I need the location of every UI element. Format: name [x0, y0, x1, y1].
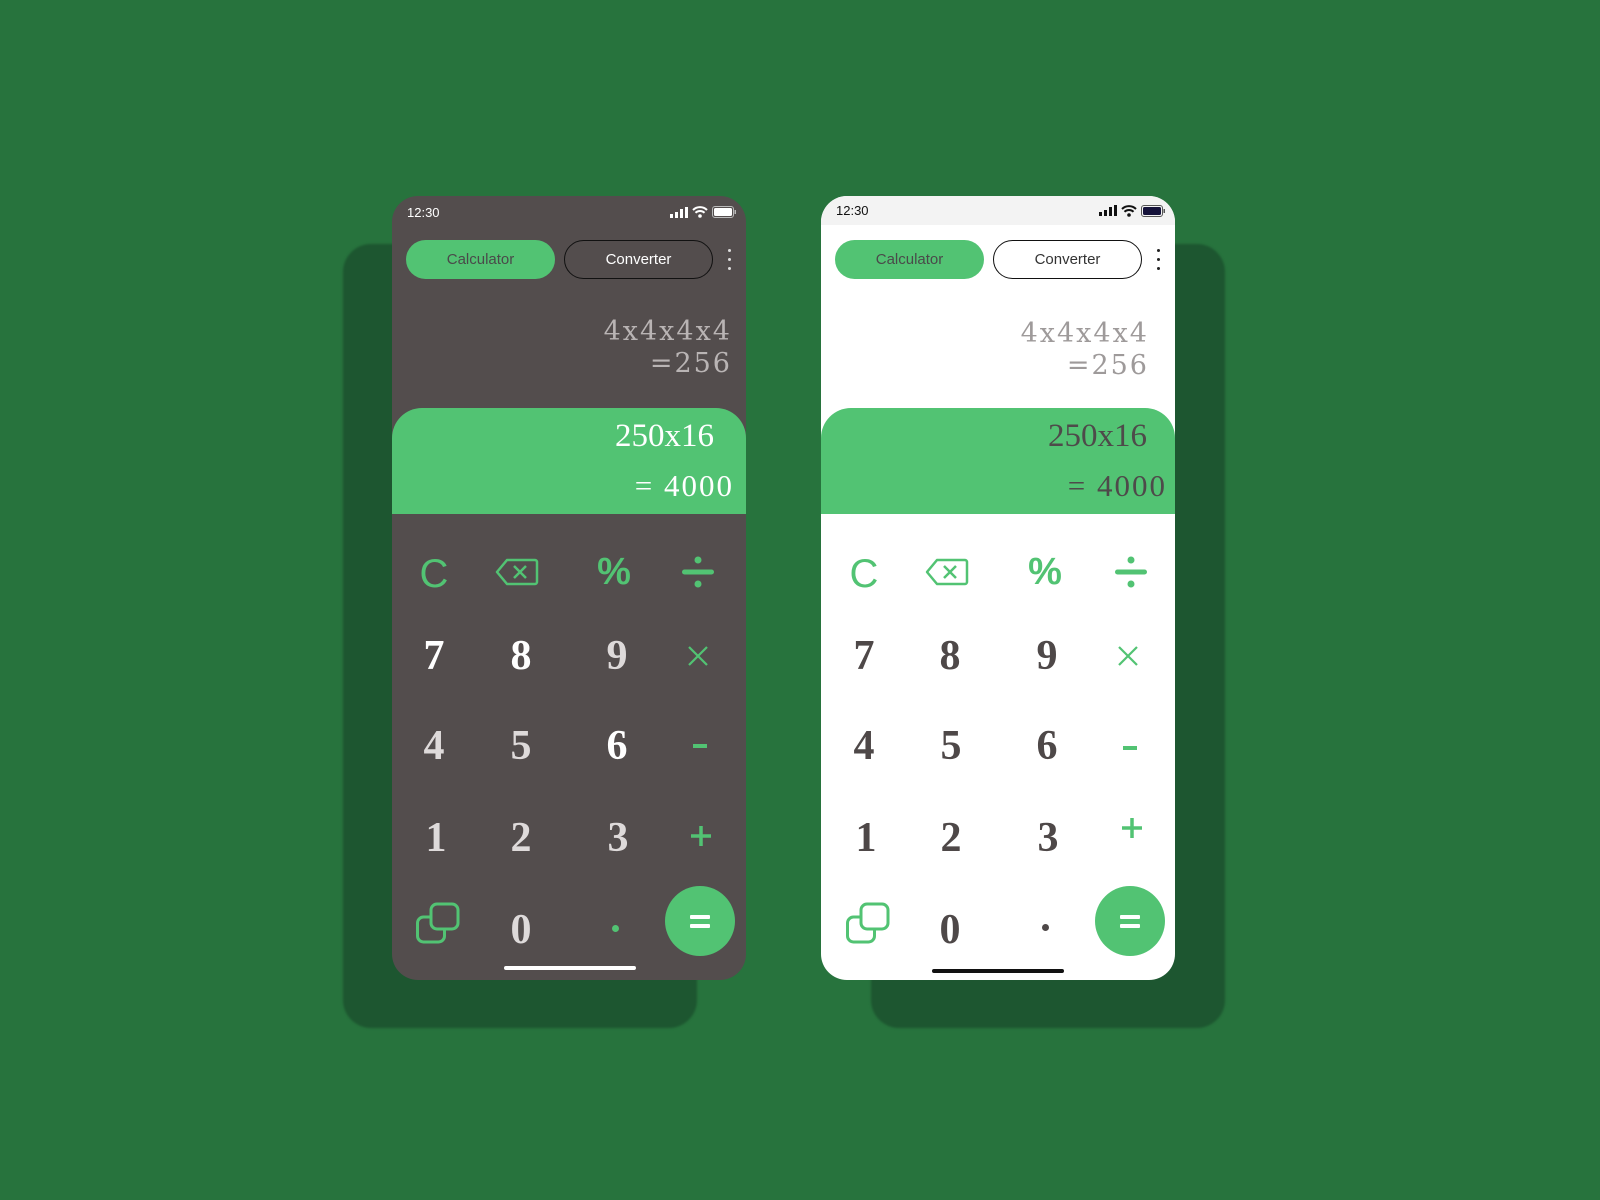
equals-button[interactable] [665, 886, 735, 956]
tab-converter[interactable]: Converter [564, 240, 713, 279]
backspace-icon [495, 558, 539, 586]
digit-0-button[interactable]: 0 [491, 900, 551, 960]
digit-2-button[interactable]: 2 [921, 808, 981, 868]
calculator-phone-light: 12:30 Calculator Converter 4x4x4x4 =256 … [821, 196, 1175, 980]
decimal-button[interactable] [585, 898, 645, 958]
history-panel: 4x4x4x4 =256 [604, 316, 732, 380]
minus-button[interactable] [670, 716, 730, 776]
more-options-icon[interactable] [1151, 246, 1165, 274]
signal-icon [1099, 205, 1117, 216]
home-indicator [932, 969, 1064, 973]
divide-button[interactable] [1101, 542, 1161, 602]
history-expression: 4x4x4x4 [1020, 318, 1149, 349]
battery-icon [1141, 204, 1165, 217]
percent-button[interactable]: % [584, 542, 644, 602]
decimal-button[interactable] [1015, 897, 1075, 957]
digit-9-button[interactable]: 9 [1017, 626, 1077, 686]
digit-6-button[interactable]: 6 [587, 716, 647, 776]
multiply-icon [1118, 646, 1138, 666]
more-options-icon[interactable] [722, 246, 736, 274]
layers-icon [846, 902, 890, 944]
history-panel: 4x4x4x4 =256 [1021, 318, 1149, 382]
equals-button[interactable] [1095, 886, 1165, 956]
digit-3-button[interactable]: 3 [588, 808, 648, 868]
digit-5-button[interactable]: 5 [921, 716, 981, 776]
divide-icon [682, 556, 714, 588]
battery-icon [712, 206, 736, 218]
decimal-dot-icon [611, 924, 619, 932]
digit-7-button[interactable]: 7 [834, 626, 894, 686]
minus-button[interactable] [1100, 718, 1160, 778]
calculator-phone-dark: 12:30 Calculator Converter 4x4x4x4 =256 … [392, 196, 746, 980]
wifi-icon [1121, 204, 1137, 217]
tab-calculator[interactable]: Calculator [406, 240, 555, 279]
wifi-icon [692, 206, 708, 218]
home-indicator [504, 966, 636, 970]
mode-tabs: Calculator Converter [835, 240, 1165, 279]
minus-icon [1123, 746, 1137, 750]
current-expression: 250x16 [1048, 418, 1147, 454]
plus-icon [691, 826, 711, 846]
equals-icon [1120, 914, 1140, 928]
digit-1-button[interactable]: 1 [406, 808, 466, 868]
digit-7-button[interactable]: 7 [404, 626, 464, 686]
current-display: 250x16 = 4000 [821, 408, 1175, 514]
digit-5-button[interactable]: 5 [491, 716, 551, 776]
signal-icon [670, 206, 688, 218]
current-result: = 4000 [1067, 468, 1167, 503]
digit-4-button[interactable]: 4 [834, 716, 894, 776]
mode-tabs: Calculator Converter [406, 240, 736, 279]
minus-icon [693, 744, 707, 748]
digit-8-button[interactable]: 8 [491, 626, 551, 686]
backspace-icon [925, 558, 969, 586]
multiply-button[interactable] [1098, 626, 1158, 686]
divide-icon [1115, 556, 1147, 588]
multiply-icon [688, 646, 708, 666]
plus-button[interactable] [671, 806, 731, 866]
digit-9-button[interactable]: 9 [587, 626, 647, 686]
digit-0-button[interactable]: 0 [920, 900, 980, 960]
percent-button[interactable]: % [1015, 542, 1075, 602]
mode-switch-button[interactable] [838, 893, 898, 953]
backspace-button[interactable] [917, 542, 977, 602]
digit-2-button[interactable]: 2 [491, 808, 551, 868]
status-bar: 12:30 [392, 196, 746, 228]
status-bar: 12:30 [821, 196, 1175, 225]
current-result: = 4000 [634, 468, 734, 503]
plus-icon [1122, 818, 1142, 838]
divide-button[interactable] [668, 542, 728, 602]
digit-8-button[interactable]: 8 [920, 626, 980, 686]
digit-1-button[interactable]: 1 [836, 808, 896, 868]
history-result: =256 [1066, 350, 1149, 381]
current-expression: 250x16 [615, 418, 714, 454]
layers-icon [416, 902, 460, 944]
status-time: 12:30 [407, 204, 440, 220]
multiply-button[interactable] [668, 626, 728, 686]
status-time: 12:30 [836, 203, 869, 218]
tab-converter[interactable]: Converter [993, 240, 1142, 279]
digit-3-button[interactable]: 3 [1018, 808, 1078, 868]
clear-button[interactable]: C [834, 544, 894, 604]
equals-icon [690, 914, 710, 928]
decimal-dot-icon [1041, 923, 1049, 931]
clear-button[interactable]: C [404, 544, 464, 604]
tab-calculator[interactable]: Calculator [835, 240, 984, 279]
mode-switch-button[interactable] [408, 893, 468, 953]
backspace-button[interactable] [487, 542, 547, 602]
digit-6-button[interactable]: 6 [1017, 716, 1077, 776]
history-result: =256 [649, 348, 732, 379]
digit-4-button[interactable]: 4 [404, 716, 464, 776]
current-display: 250x16 = 4000 [392, 408, 746, 514]
history-expression: 4x4x4x4 [603, 316, 732, 347]
plus-button[interactable] [1102, 798, 1162, 858]
